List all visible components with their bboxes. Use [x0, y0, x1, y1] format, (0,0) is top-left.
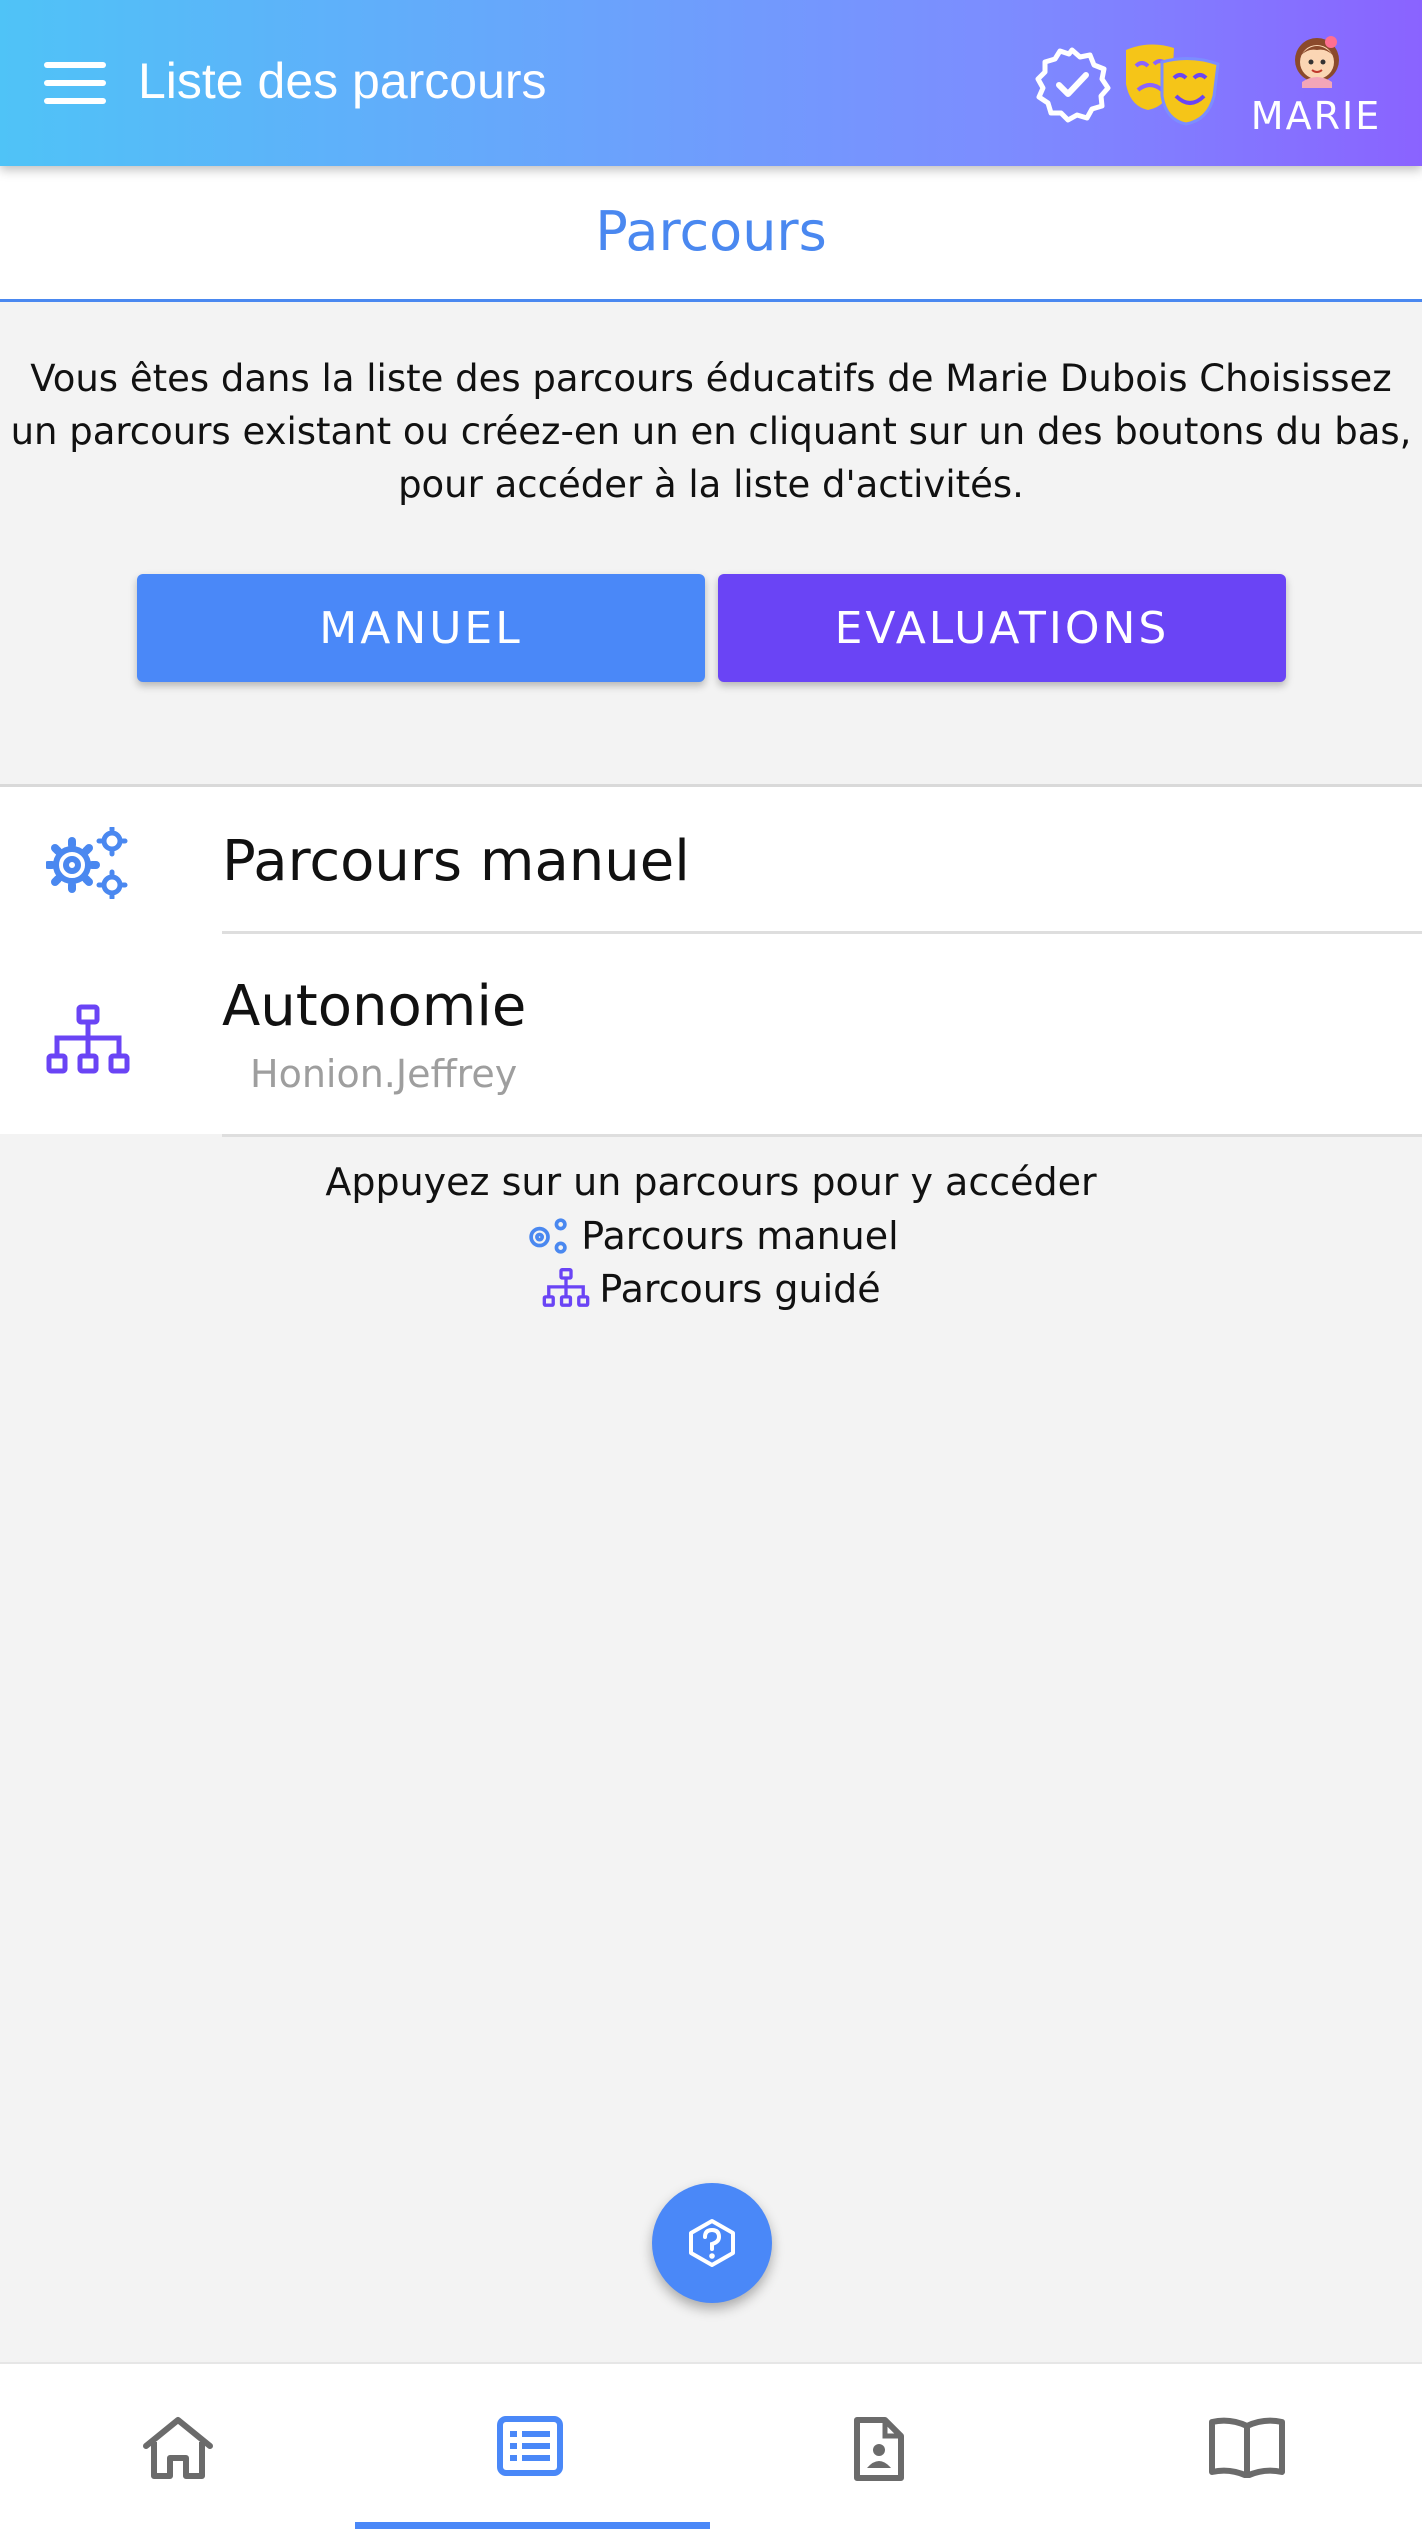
- gears-icon: [46, 827, 128, 899]
- sitemap-icon: [543, 1268, 590, 1307]
- home-icon: [143, 2417, 213, 2479]
- sitemap-icon: [46, 1004, 130, 1074]
- page-title: Liste des parcours: [138, 53, 547, 109]
- tab-bar: Parcours: [0, 166, 1422, 302]
- divider: [222, 1134, 1422, 1137]
- legend-guide-label: Parcours guidé: [599, 1267, 881, 1311]
- nav-parcours-list[interactable]: [355, 2364, 710, 2529]
- legend-manuel-label: Parcours manuel: [581, 1214, 899, 1258]
- legend-title: Appuyez sur un parcours pour y accéder: [325, 1160, 1097, 1204]
- menu-icon[interactable]: [44, 60, 106, 106]
- list-icon: [497, 2416, 563, 2476]
- item-title: Parcours manuel: [222, 829, 690, 894]
- list-item-autonomie[interactable]: Autonomie Honion.Jeffrey: [0, 934, 1422, 1137]
- theater-masks-icon[interactable]: [1122, 40, 1222, 126]
- active-tab-indicator: [355, 2522, 710, 2529]
- book-icon: [1209, 2417, 1285, 2478]
- question-icon: [689, 2219, 735, 2267]
- tab-parcours[interactable]: Parcours: [0, 200, 1422, 263]
- legend-guide: Parcours guidé: [0, 1267, 1422, 1311]
- help-button[interactable]: [652, 2183, 772, 2303]
- nav-book[interactable]: [1066, 2364, 1421, 2529]
- file-user-icon: [854, 2417, 904, 2481]
- certified-badge-icon[interactable]: [1032, 44, 1112, 124]
- parcours-list: Parcours manuel Autonomie Honion.Jeffrey: [0, 784, 1422, 1137]
- user-name: MARIE: [1250, 94, 1382, 138]
- item-title: Autonomie: [222, 974, 527, 1039]
- gears-icon: [529, 1218, 568, 1254]
- item-author: Honion.Jeffrey: [250, 1052, 518, 1096]
- bottom-navigation: [0, 2362, 1422, 2529]
- nav-profile-file[interactable]: [711, 2364, 1066, 2529]
- app-bar: Liste des parcours MARIE: [0, 0, 1422, 166]
- avatar-girl-icon: [1295, 36, 1339, 88]
- nav-home[interactable]: [0, 2364, 355, 2529]
- list-item-parcours-manuel[interactable]: Parcours manuel: [0, 787, 1422, 934]
- user-profile[interactable]: MARIE: [1246, 26, 1386, 146]
- manuel-button[interactable]: MANUEL: [137, 574, 705, 682]
- legend-manuel: Parcours manuel: [0, 1214, 1422, 1258]
- intro-text: Vous êtes dans la liste des parcours édu…: [10, 357, 1412, 506]
- evaluations-button[interactable]: EVALUATIONS: [718, 574, 1286, 682]
